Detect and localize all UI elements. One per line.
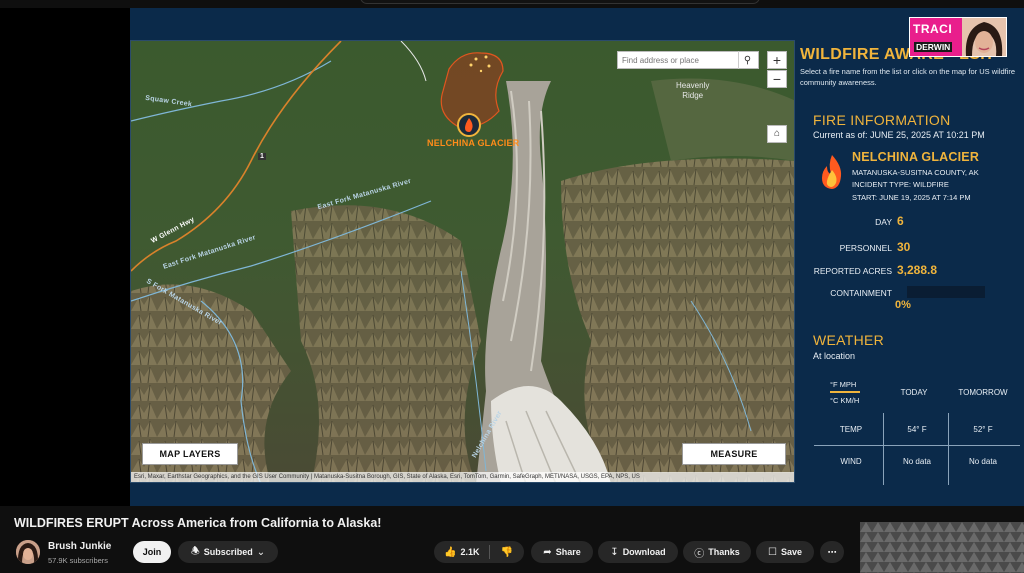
presenter-first-name: TRACI [913, 22, 953, 36]
weather-at-location: At location [813, 351, 856, 361]
attribution-text: Esri, Maxar, Earthstar Geographics, and … [134, 474, 640, 480]
containment-bar [907, 286, 985, 298]
home-icon[interactable]: ⌂ [767, 125, 787, 143]
fire-name: NELCHINA GLACIER [852, 150, 980, 164]
map-search-box[interactable]: ⚲ [617, 51, 759, 69]
share-button[interactable]: ➦ Share [531, 541, 593, 563]
weather-grid-line [814, 445, 1020, 446]
map-view[interactable]: ⚲ + − ⌂ Squaw Creek East Fork Matanuska … [130, 40, 795, 483]
thanks-button[interactable]: ⓒ Thanks [683, 541, 751, 563]
flame-icon [822, 155, 842, 189]
thanks-label: Thanks [708, 547, 740, 557]
share-icon: ➦ [543, 546, 552, 558]
download-label: Download [622, 547, 666, 557]
like-count[interactable]: 2.1K [460, 547, 479, 557]
weather-row-wind-label: WIND [840, 457, 862, 466]
bookmark-icon: ☐ [768, 546, 777, 558]
video-left-letterbox [0, 8, 130, 506]
acres-value: 3,288.8 [897, 263, 938, 277]
like-dislike-group: 👍 2.1K 👎 [434, 541, 524, 563]
subscribed-button[interactable]: 🕭 Subscribed ⌄ [178, 541, 278, 563]
day-value: 6 [897, 214, 904, 228]
measure-button[interactable]: MEASURE [682, 443, 786, 465]
page: ⚲ + − ⌂ Squaw Creek East Fork Matanuska … [0, 0, 1024, 573]
top-bar [0, 0, 1024, 8]
app-description: Select a fire name from the list or clic… [800, 67, 1016, 87]
weather-temp-today: 54° F [907, 425, 927, 434]
acres-label: REPORTED ACRES [813, 266, 892, 276]
current-as-of: Current as of: JUNE 25, 2025 AT 10:21 PM [813, 130, 985, 140]
thanks-icon: ⓒ [694, 548, 705, 560]
units-metric-option[interactable]: °C KM/H [830, 396, 859, 405]
fire-information-heading: FIRE INFORMATION [813, 112, 951, 128]
fire-info-panel: WILDFIRE AWARE - LSH Select a fire name … [800, 40, 1024, 485]
channel-name[interactable]: Brush Junkie [48, 541, 111, 552]
youtube-search-box-edge[interactable] [360, 0, 760, 4]
map-label-highway: 1 [258, 153, 267, 160]
day-label: DAY [875, 217, 892, 227]
more-actions-button[interactable]: ⋯ [820, 541, 844, 563]
save-button[interactable]: ☐ Save [756, 541, 814, 563]
presenter-avatar [962, 18, 1006, 56]
weather-col-today: TODAY [900, 388, 928, 397]
bell-icon: 🕭 [190, 545, 200, 557]
personnel-value: 30 [897, 240, 911, 254]
fire-incident-type: INCIDENT TYPE: WILDFIRE [852, 180, 949, 189]
video-title: WILDFIRES ERUPT Across America from Cali… [14, 516, 382, 530]
save-label: Save [780, 547, 802, 557]
satellite-map-image [131, 41, 794, 482]
fire-start: START: JUNE 19, 2025 AT 7:14 PM [852, 193, 971, 202]
zoom-in-button[interactable]: + [767, 51, 787, 69]
subscribed-label: Subscribed [203, 547, 253, 557]
presenter-last-name: DERWIN [914, 42, 953, 52]
chevron-down-icon: ⌄ [256, 546, 266, 558]
map-layers-button[interactable]: MAP LAYERS [142, 443, 238, 465]
containment-value: 0% [895, 299, 911, 311]
weather-grid-line [948, 413, 949, 485]
weather-row-temp-label: TEMP [839, 425, 863, 434]
map-label-heavenly-ridge: Heavenly Ridge [676, 81, 709, 101]
weather-grid-line [883, 413, 884, 485]
ridge-label-line-1: Heavenly [676, 81, 710, 90]
presenter-overlay: TRACI DERWIN [909, 17, 1007, 57]
like-divider [489, 545, 491, 559]
share-label: Share [555, 547, 581, 557]
join-button[interactable]: Join [133, 541, 171, 563]
weather-col-tomorrow: TOMORROW [958, 388, 1008, 397]
containment-label: CONTAINMENT [830, 288, 892, 298]
map-search-input[interactable] [618, 55, 738, 65]
weather-wind-tomorrow: No data [968, 457, 998, 466]
personnel-label: PERSONNEL [839, 243, 892, 253]
weather-temp-tomorrow: 52° F [973, 425, 993, 434]
map-attribution: Esri, Maxar, Earthstar Geographics, and … [131, 472, 794, 482]
fire-county: MATANUSKA-SUSITNA COUNTY, AK [852, 168, 979, 177]
video-player[interactable]: ⚲ + − ⌂ Squaw Creek East Fork Matanuska … [130, 8, 1024, 506]
zoom-out-button[interactable]: − [767, 70, 787, 88]
search-icon[interactable]: ⚲ [738, 51, 756, 69]
channel-avatar[interactable] [16, 540, 40, 564]
thumbs-up-icon[interactable]: 👍 [444, 547, 456, 558]
fire-map-label[interactable]: NELCHINA GLACIER [427, 138, 519, 148]
recommended-video-thumbnail[interactable] [860, 522, 1024, 573]
thumbs-down-icon[interactable]: 👎 [500, 547, 512, 558]
units-imperial-option[interactable]: °F MPH [830, 380, 856, 389]
subscriber-count: 57.9K subscribers [48, 556, 109, 565]
weather-heading: WEATHER [813, 332, 885, 348]
units-selected-indicator [830, 391, 860, 393]
download-icon: ↧ [610, 546, 619, 558]
download-button[interactable]: ↧ Download [598, 541, 678, 563]
ridge-label-line-2: Ridge [682, 91, 704, 100]
weather-wind-today: No data [902, 457, 932, 466]
